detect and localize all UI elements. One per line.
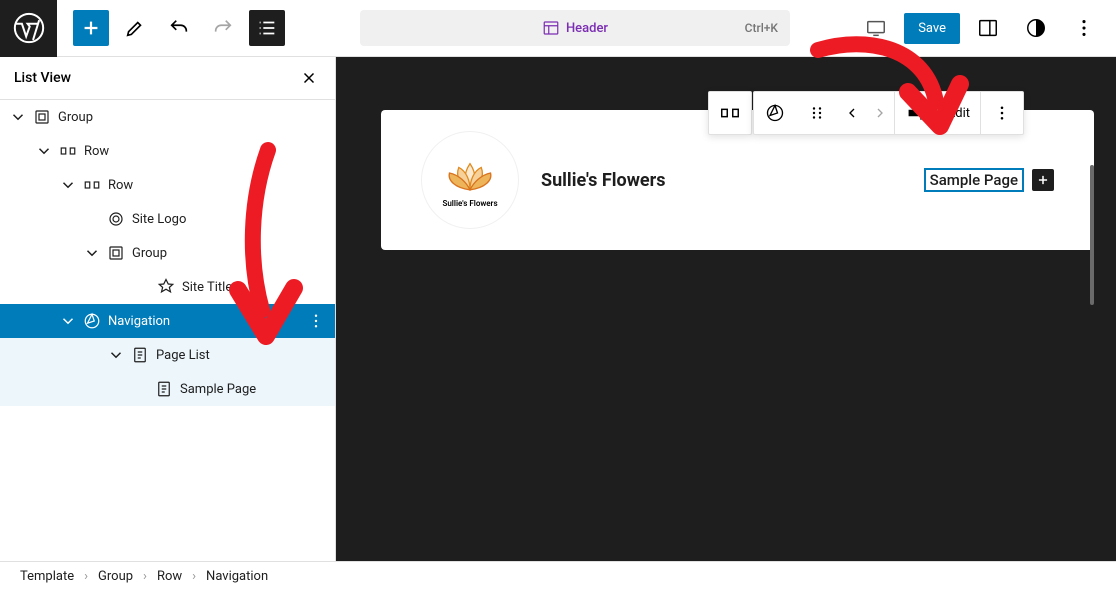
tree-item-site-logo[interactable]: Site Logo — [0, 202, 335, 236]
toolbar-move-left[interactable] — [838, 92, 866, 134]
save-button[interactable]: Save — [904, 13, 960, 44]
page-list-icon — [128, 346, 152, 364]
chevron-right-icon: › — [84, 569, 88, 584]
toolbar-more-icon[interactable] — [981, 92, 1023, 134]
list-view-toggle[interactable] — [249, 10, 285, 46]
device-preview-button[interactable] — [858, 10, 894, 46]
editor-top-bar: Header Ctrl+K Save — [0, 0, 1116, 57]
breadcrumb-item[interactable]: Row — [157, 569, 182, 584]
add-nav-item-button[interactable] — [1032, 169, 1054, 191]
styles-button[interactable] — [1018, 10, 1054, 46]
edit-tool-button[interactable] — [117, 10, 153, 46]
chevron-down-icon — [32, 142, 56, 160]
tree-item-navigation[interactable]: Navigation — [0, 304, 335, 338]
chevron-down-icon — [6, 108, 30, 126]
wordpress-logo[interactable] — [0, 0, 57, 57]
panel-title: List View — [14, 70, 71, 86]
group-icon — [30, 108, 54, 126]
tree-item-sample-page[interactable]: Sample Page — [0, 372, 335, 406]
tree-item-row[interactable]: Row — [0, 134, 335, 168]
undo-button[interactable] — [161, 10, 197, 46]
navigation-icon — [80, 312, 104, 330]
tree-item-group[interactable]: Group — [0, 236, 335, 270]
block-toolbar — [708, 91, 752, 135]
tree-item-group[interactable]: Group — [0, 100, 335, 134]
block-tree: Group Row Row Site Logo Group Site Title — [0, 100, 335, 406]
toolbar-navigation-icon[interactable] — [754, 92, 796, 134]
tree-item-page-list[interactable]: Page List — [0, 338, 335, 372]
chevron-down-icon — [104, 346, 128, 364]
site-title-icon — [154, 278, 178, 296]
toolbar-justify-icon[interactable] — [895, 92, 937, 134]
shortcut-hint: Ctrl+K — [745, 21, 778, 35]
close-icon[interactable] — [297, 66, 321, 90]
logo-caption: Sullie's Flowers — [442, 199, 497, 208]
row-icon — [56, 142, 80, 160]
nav-link-sample-page[interactable]: Sample Page — [924, 168, 1024, 192]
site-logo-block[interactable]: Sullie's Flowers — [421, 131, 519, 229]
chevron-down-icon — [80, 244, 104, 262]
chevron-right-icon: › — [143, 569, 147, 584]
more-icon[interactable] — [307, 312, 325, 330]
add-block-button[interactable] — [73, 10, 109, 46]
settings-sidebar-toggle[interactable] — [970, 10, 1006, 46]
page-icon — [152, 380, 176, 398]
template-name: Header — [566, 21, 608, 36]
site-title-block[interactable]: Sullie's Flowers — [541, 170, 665, 191]
breadcrumb-item[interactable]: Template — [20, 569, 74, 584]
toolbar-edit-button[interactable]: Edit — [938, 92, 980, 134]
list-view-panel: List View Group Row Row Site Logo Group — [0, 57, 336, 561]
toolbar-row-icon[interactable] — [709, 92, 751, 134]
chevron-down-icon — [56, 176, 80, 194]
redo-button[interactable] — [205, 10, 241, 46]
header-template-block[interactable]: Edit Sullie's Flowers Sullie's Flowers S… — [381, 110, 1094, 250]
row-icon — [80, 176, 104, 194]
toolbar-move-right[interactable] — [866, 92, 894, 134]
breadcrumb-item[interactable]: Navigation — [206, 569, 268, 584]
toolbar-drag-icon[interactable] — [796, 92, 838, 134]
lotus-icon — [442, 153, 498, 197]
group-icon — [104, 244, 128, 262]
chevron-right-icon: › — [192, 569, 196, 584]
breadcrumb: Template › Group › Row › Navigation — [0, 561, 1116, 591]
more-options-button[interactable] — [1066, 10, 1102, 46]
tree-item-site-title[interactable]: Site Title — [0, 270, 335, 304]
breadcrumb-item[interactable]: Group — [98, 569, 133, 584]
site-logo-icon — [104, 210, 128, 228]
editor-canvas: Edit Sullie's Flowers Sullie's Flowers S… — [336, 57, 1116, 561]
navigation-block: Sample Page — [924, 168, 1054, 192]
block-toolbar-nav: Edit — [753, 91, 1024, 135]
tree-item-row[interactable]: Row — [0, 168, 335, 202]
template-header-pill[interactable]: Header Ctrl+K — [360, 10, 790, 46]
scrollbar-indicator — [1090, 165, 1098, 305]
chevron-down-icon — [56, 312, 80, 330]
